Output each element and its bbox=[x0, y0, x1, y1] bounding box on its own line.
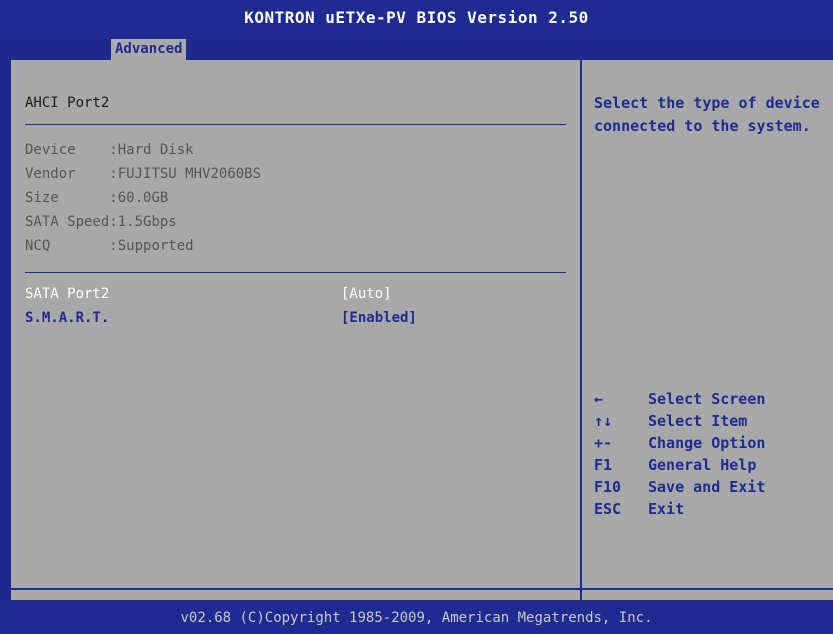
info-row-device: Device :Hard Disk bbox=[25, 142, 194, 158]
main-panel: AHCI Port2 Device :Hard Disk Vendor :FUJ… bbox=[11, 60, 833, 600]
section-title: AHCI Port2 bbox=[25, 95, 110, 111]
option-sata-port2-value[interactable]: [Auto] bbox=[341, 286, 392, 302]
help-text: Select the type of device connected to t… bbox=[594, 94, 820, 135]
info-row-ncq: NCQ :Supported bbox=[25, 238, 194, 254]
esc-key: ESC bbox=[594, 500, 622, 518]
info-row-sata-speed: SATA Speed:1.5Gbps bbox=[25, 214, 177, 230]
option-sata-port2-label[interactable]: SATA Port2 bbox=[25, 286, 109, 302]
help-pane: Select the type of device connected to t… bbox=[582, 60, 833, 600]
f1-key: F1 bbox=[594, 456, 613, 474]
bios-title: KONTRON uETXe-PV BIOS Version 2.50 bbox=[244, 8, 589, 27]
title-bar: KONTRON uETXe-PV BIOS Version 2.50 bbox=[0, 0, 833, 39]
option-smart-label[interactable]: S.M.A.R.T. bbox=[25, 310, 109, 326]
divider bbox=[25, 124, 566, 125]
panel-bottom-border bbox=[11, 588, 833, 590]
settings-pane: AHCI Port2 Device :Hard Disk Vendor :FUJ… bbox=[11, 60, 582, 600]
info-row-vendor: Vendor :FUJITSU MHV2060BS bbox=[25, 166, 262, 182]
plus-minus-key: +- bbox=[594, 434, 613, 452]
info-row-size: Size :60.0GB bbox=[25, 190, 169, 206]
divider bbox=[25, 272, 566, 273]
up-down-arrows-icon: ↑↓ bbox=[594, 412, 613, 430]
copyright-footer: v02.68 (C)Copyright 1985-2009, American … bbox=[0, 602, 833, 634]
left-arrow-icon: ← bbox=[594, 390, 604, 408]
f10-key: F10 bbox=[594, 478, 622, 496]
option-smart-value[interactable]: [Enabled] bbox=[341, 310, 417, 326]
tab-advanced[interactable]: Advanced bbox=[111, 39, 187, 60]
